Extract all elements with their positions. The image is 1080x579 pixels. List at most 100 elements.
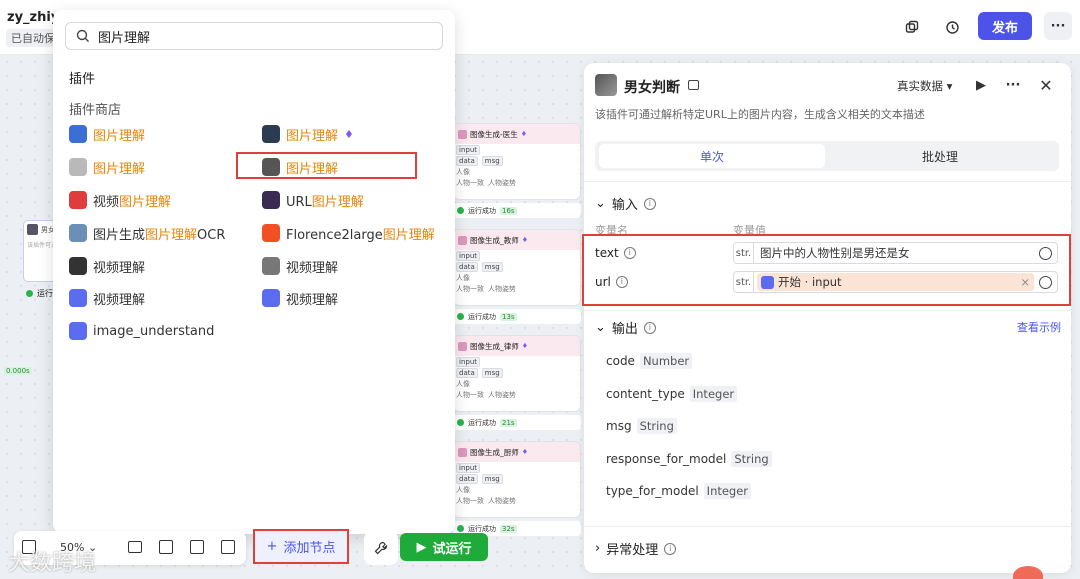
plugin-icon <box>262 257 280 275</box>
tab-batch[interactable]: 批处理 <box>825 144 1055 168</box>
plugin-name: 视频理解 <box>286 260 339 276</box>
canvas-node[interactable]: 图像生成_厨师 ♦ input data msg 人像 人物一致 人物姿势 <box>453 441 581 518</box>
time-badge: 32s <box>500 524 517 533</box>
divider <box>584 181 1071 182</box>
plugin-item[interactable]: 视频理解 <box>69 254 145 278</box>
run-text: 运行成功 <box>468 206 496 215</box>
highlight-box <box>236 152 417 179</box>
plugin-name: 视频理解 <box>93 260 146 276</box>
caret-down-icon: ▾ <box>946 79 953 93</box>
output-param: response_for_model String <box>606 450 772 467</box>
input-section-header[interactable]: ⌄ 输入 i <box>595 194 656 213</box>
run-icon[interactable]: ▶ <box>971 75 991 95</box>
plugin-item[interactable]: 图片理解 <box>69 122 145 146</box>
output-param: content_type Integer <box>606 385 738 402</box>
plugin-icon <box>69 322 87 340</box>
plugin-icon <box>69 257 87 275</box>
node-avatar <box>595 74 617 96</box>
node-row: input <box>454 462 580 473</box>
node-row: data msg <box>454 155 580 166</box>
add-node-button[interactable]: + 添加节点 <box>253 529 349 564</box>
data-mode-select[interactable]: 真实数据 ▾ <box>897 78 952 94</box>
tab-single[interactable]: 单次 <box>599 144 825 168</box>
edit-icon[interactable] <box>688 80 699 90</box>
output-name: msg <box>606 419 632 433</box>
close-icon[interactable]: ✕ <box>1036 75 1056 95</box>
layout-icon[interactable] <box>159 540 173 554</box>
node-title: 图像生成_律师 <box>470 341 519 351</box>
comment-icon[interactable] <box>128 541 142 553</box>
plugin-icon <box>69 125 87 143</box>
chevron-down-icon: ⌄ <box>595 320 606 335</box>
output-section-header[interactable]: ⌄ 输出 i <box>595 318 656 337</box>
plugin-item[interactable]: 图片理解 <box>69 155 145 179</box>
plugin-name: Florence2large图片理解 <box>286 227 435 243</box>
left-run-text: 运行 <box>37 289 53 298</box>
node-row: 人像 <box>456 167 470 176</box>
more-icon[interactable]: ··· <box>1003 75 1023 95</box>
panel-description: 该插件可通过解析特定URL上的图片内容，生成含义相关的文本描述 <box>595 108 925 121</box>
run-text: 运行成功 <box>468 312 496 321</box>
plugin-item[interactable]: 视频理解 <box>262 286 338 310</box>
divider <box>584 526 1071 527</box>
copy-icon[interactable] <box>900 16 924 38</box>
node-row: 人物一致 人物姿势 <box>456 284 516 293</box>
try-run-button[interactable]: ▶ 试运行 <box>400 533 488 561</box>
crop-icon[interactable] <box>221 540 235 554</box>
plugin-name: URL图片理解 <box>286 194 364 210</box>
plugin-item[interactable]: Florence2large图片理解 <box>262 221 435 245</box>
view-example-link[interactable]: 查看示例 <box>1017 319 1061 335</box>
run-status: 运行成功 13s <box>453 309 581 324</box>
plugin-item[interactable]: 视频理解 <box>262 254 338 278</box>
add-node-label: 添加节点 <box>283 541 336 556</box>
premium-icon: ♦ <box>521 448 529 456</box>
premium-icon: ♦ <box>344 127 354 141</box>
plugin-name: 图片理解 <box>93 161 146 177</box>
plugin-item[interactable]: image_understand <box>69 319 214 343</box>
canvas-node[interactable]: 图像生成_律师 ♦ input data msg 人像 人物一致 人物姿势 <box>453 335 581 412</box>
plugin-icon <box>69 224 87 242</box>
info-icon: i <box>643 197 656 210</box>
plugin-dropdown: 图片理解 插件 插件商店 图片理解 图片理解 视频图片理解 图片生成图片理解OCR 视频… <box>53 10 455 534</box>
plugin-item[interactable]: 图片理解 ♦ <box>262 122 354 146</box>
premium-icon: ♦ <box>520 130 527 138</box>
more-icon[interactable]: ··· <box>1044 12 1072 40</box>
output-param: msg String <box>606 418 677 434</box>
node-icon <box>458 235 467 245</box>
search-input[interactable]: 图片理解 <box>65 22 443 50</box>
node-icon <box>458 447 467 457</box>
plugin-item[interactable]: URL图片理解 <box>262 188 364 212</box>
node-row: data msg <box>454 261 580 272</box>
plugin-icon <box>69 289 87 307</box>
plugin-item[interactable]: 视频图片理解 <box>69 188 171 212</box>
divider <box>584 310 1071 311</box>
node-head: 图像生成_教师 ♦ <box>454 230 580 250</box>
node-row: data msg <box>454 367 580 378</box>
plugin-icon <box>69 158 87 176</box>
plugin-item[interactable]: 视频理解 <box>69 286 145 310</box>
node-icon <box>458 341 467 351</box>
output-name: type_for_model <box>606 484 699 498</box>
canvas-node[interactable]: 图像生成_教师 ♦ input data msg 人像 人物一致 人物姿势 <box>453 229 581 306</box>
node-detail-panel: 男女判断 真实数据 ▾ ▶ ··· ✕ 该插件可通过解析特定URL上的图片内容，… <box>584 63 1071 573</box>
wrench-icon[interactable] <box>364 531 398 565</box>
plugin-name: image_understand <box>93 323 215 339</box>
node-icon <box>458 129 467 139</box>
watermark: 大数跨境 <box>8 551 97 576</box>
plugin-item[interactable]: 图片生成图片理解OCR <box>69 221 225 245</box>
play-icon: ▶ <box>416 539 427 555</box>
success-icon <box>457 419 464 426</box>
node-row: 人像 <box>456 273 470 282</box>
node-row: 人物一致 人物姿势 <box>456 178 516 187</box>
image-icon[interactable] <box>190 540 204 554</box>
history-icon[interactable] <box>940 16 964 38</box>
node-title: 图像生成-医生 <box>470 129 518 139</box>
exception-section-header[interactable]: › 异常处理 i <box>595 539 677 558</box>
search-value: 图片理解 <box>98 30 151 46</box>
publish-button[interactable]: 发布 <box>978 12 1032 40</box>
info-icon: i <box>643 321 656 334</box>
output-type: Number <box>639 353 693 369</box>
node-row: input <box>454 144 580 155</box>
node-avatar <box>27 224 38 235</box>
canvas-node[interactable]: 图像生成-医生 ♦ input data msg 人像 人物一致 人物姿势 <box>453 123 581 200</box>
